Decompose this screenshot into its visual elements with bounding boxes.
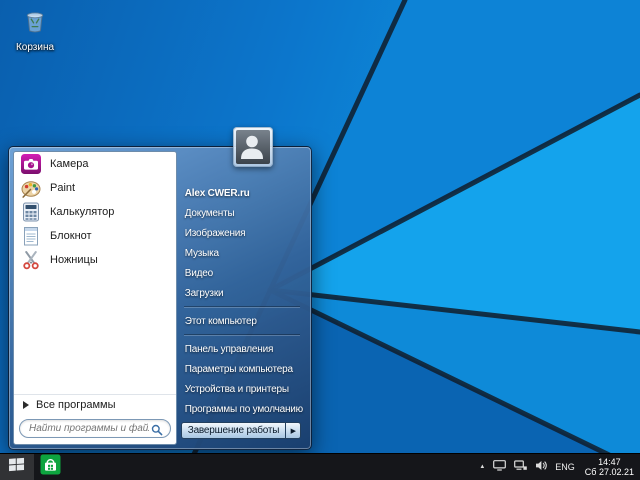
- start-button[interactable]: [0, 454, 34, 480]
- start-menu-item-pc-settings[interactable]: Параметры компьютера: [177, 359, 307, 379]
- tray-monitor-icon[interactable]: [493, 458, 506, 476]
- start-menu-item-music[interactable]: Музыка: [177, 243, 307, 263]
- start-menu: Камера Paint: [8, 146, 312, 450]
- calculator-app-icon: [20, 201, 42, 223]
- menu-separator: [184, 306, 300, 308]
- volume-icon[interactable]: [535, 458, 547, 476]
- program-item-notepad[interactable]: Блокнот: [14, 224, 176, 248]
- shutdown-area: Завершение работы ▶: [177, 422, 307, 439]
- start-menu-item-devices-printers[interactable]: Устройства и принтеры: [177, 379, 307, 399]
- taskbar-clock[interactable]: 14:47 Сб 27.02.21: [585, 457, 634, 478]
- search-icon: [151, 423, 163, 435]
- program-item-label: Paint: [50, 182, 75, 194]
- clock-time: 14:47: [598, 457, 621, 467]
- program-list-spacer: [14, 272, 176, 394]
- all-programs-label: Все программы: [36, 399, 115, 411]
- search-box[interactable]: [19, 419, 171, 438]
- camera-app-icon: [20, 153, 42, 175]
- start-menu-item-control-panel[interactable]: Панель управления: [177, 339, 307, 359]
- shutdown-options-arrow-icon[interactable]: ▶: [286, 422, 301, 439]
- paint-app-icon: [20, 177, 42, 199]
- program-item-calculator[interactable]: Калькулятор: [14, 200, 176, 224]
- recycle-bin[interactable]: Корзина: [8, 6, 62, 53]
- start-menu-item-pictures[interactable]: Изображения: [177, 223, 307, 243]
- recycle-bin-label: Корзина: [8, 42, 62, 53]
- snipping-tool-app-icon: [20, 249, 42, 271]
- user-avatar-silhouette-icon: [236, 130, 270, 164]
- taskbar: ▲ ENG 14:47 Сб 27.02.21: [0, 453, 640, 480]
- program-item-label: Калькулятор: [50, 206, 114, 218]
- start-menu-item-videos[interactable]: Видео: [177, 263, 307, 283]
- clock-date: Сб 27.02.21: [585, 467, 634, 477]
- start-menu-item-documents[interactable]: Документы: [177, 203, 307, 223]
- recycle-bin-icon: [8, 6, 62, 41]
- menu-separator: [184, 334, 300, 336]
- notepad-app-icon: [20, 225, 42, 247]
- program-item-paint[interactable]: Paint: [14, 176, 176, 200]
- network-icon[interactable]: [514, 458, 527, 476]
- program-item-camera[interactable]: Камера: [14, 152, 176, 176]
- search-row: [14, 415, 176, 444]
- all-programs-button[interactable]: Все программы: [14, 394, 176, 415]
- program-item-label: Ножницы: [50, 254, 98, 266]
- all-programs-arrow-icon: [23, 401, 29, 409]
- start-menu-item-user[interactable]: Alex CWER.ru: [177, 183, 307, 203]
- system-tray: ▲ ENG 14:47 Сб 27.02.21: [479, 454, 640, 480]
- program-item-label: Блокнот: [50, 230, 92, 242]
- start-menu-left-panel: Камера Paint: [13, 151, 177, 445]
- start-menu-item-downloads[interactable]: Загрузки: [177, 283, 307, 303]
- user-avatar[interactable]: [233, 127, 273, 167]
- hidden-icons-chevron-icon[interactable]: ▲: [479, 464, 485, 470]
- program-item-snipping-tool[interactable]: Ножницы: [14, 248, 176, 272]
- start-menu-item-this-pc[interactable]: Этот компьютер: [177, 311, 307, 331]
- windows-logo-icon: [9, 457, 25, 477]
- search-input[interactable]: [27, 422, 151, 435]
- program-item-label: Камера: [50, 158, 88, 170]
- start-menu-item-default-programs[interactable]: Программы по умолчанию: [177, 399, 307, 419]
- start-menu-right-panel: Alex CWER.ru Документы Изображения Музык…: [177, 151, 307, 445]
- store-icon: [40, 454, 61, 480]
- shutdown-button[interactable]: Завершение работы: [181, 422, 287, 439]
- store-taskbar-button[interactable]: [34, 454, 66, 480]
- language-indicator[interactable]: ENG: [555, 462, 575, 472]
